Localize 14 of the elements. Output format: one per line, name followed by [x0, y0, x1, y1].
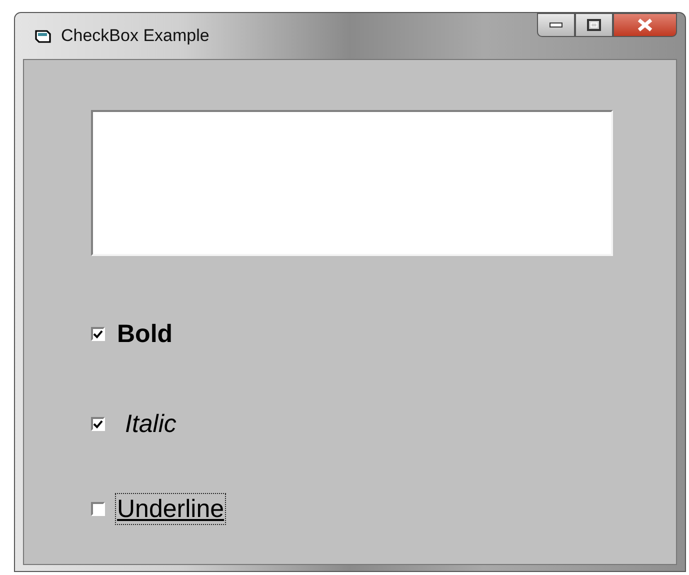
checkbox[interactable] — [91, 417, 105, 431]
checkbox[interactable] — [91, 502, 105, 516]
window-title: CheckBox Example — [61, 26, 210, 46]
window-icon — [35, 28, 51, 44]
minimize-icon — [549, 22, 563, 28]
maximize-button[interactable] — [575, 13, 613, 37]
close-icon — [637, 18, 653, 32]
checkbox[interactable] — [91, 327, 105, 341]
maximize-icon — [587, 19, 601, 31]
checkbox-label[interactable]: Underline — [115, 493, 226, 525]
checkbox-label[interactable]: Italic — [123, 408, 178, 440]
close-button[interactable] — [613, 13, 677, 37]
checkbox-label[interactable]: Bold — [115, 318, 175, 350]
minimize-button[interactable] — [537, 13, 575, 37]
